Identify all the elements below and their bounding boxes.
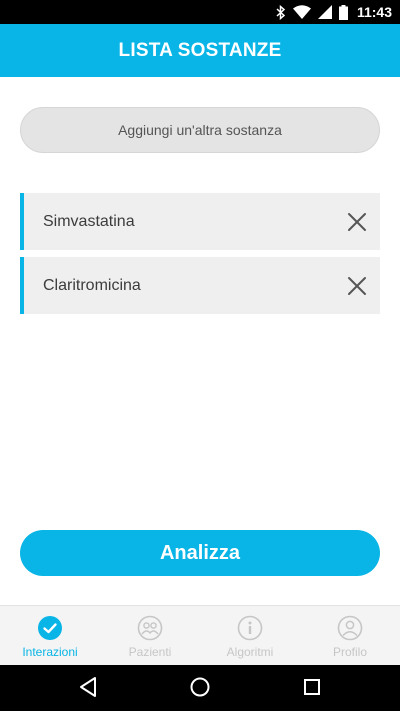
home-icon[interactable] <box>189 676 211 698</box>
status-bar: 11:43 <box>0 0 400 24</box>
nav-label: Profilo <box>332 645 367 659</box>
page-title: LISTA SOSTANZE <box>118 39 282 61</box>
nav-item-pazienti[interactable]: Pazienti <box>100 606 200 665</box>
patients-icon <box>137 615 163 641</box>
signal-icon <box>317 5 332 19</box>
bottom-nav: Interazioni Pazienti Algoritmi Profilo <box>0 605 400 665</box>
nav-item-interazioni[interactable]: Interazioni <box>0 606 100 665</box>
recents-icon[interactable] <box>303 676 321 698</box>
close-icon[interactable] <box>346 211 368 233</box>
wifi-icon <box>292 5 311 19</box>
analyze-button[interactable]: Analizza <box>20 530 380 576</box>
bluetooth-icon <box>276 4 286 20</box>
substance-item: Simvastatina <box>20 193 380 250</box>
nav-item-profilo[interactable]: Profilo <box>300 606 400 665</box>
substance-name: Simvastatina <box>43 212 135 230</box>
nav-label: Pazienti <box>128 645 172 659</box>
substance-name: Claritromicina <box>43 276 141 294</box>
substance-list: Simvastatina Claritromicina <box>20 193 380 321</box>
system-nav-bar <box>0 665 400 711</box>
info-icon <box>237 615 263 641</box>
nav-label: Algoritmi <box>226 645 274 659</box>
substance-item: Claritromicina <box>20 257 380 314</box>
close-icon[interactable] <box>346 275 368 297</box>
add-substance-button[interactable]: Aggiungi un'altra sostanza <box>20 107 380 153</box>
app-header: LISTA SOSTANZE <box>0 24 400 77</box>
nav-label: Interazioni <box>22 645 78 659</box>
nav-item-algoritmi[interactable]: Algoritmi <box>200 606 300 665</box>
analyze-label: Analizza <box>159 541 241 564</box>
check-circle-icon <box>38 616 62 640</box>
status-time: 11:43 <box>356 4 392 20</box>
profile-icon <box>337 615 363 641</box>
back-icon[interactable] <box>78 676 98 698</box>
status-icons: 11:43 <box>276 0 392 24</box>
battery-icon <box>338 4 348 20</box>
add-substance-label: Aggiungi un'altra sostanza <box>118 122 282 138</box>
screen: 11:43 LISTA SOSTANZE Aggiungi un'altra s… <box>0 0 400 711</box>
